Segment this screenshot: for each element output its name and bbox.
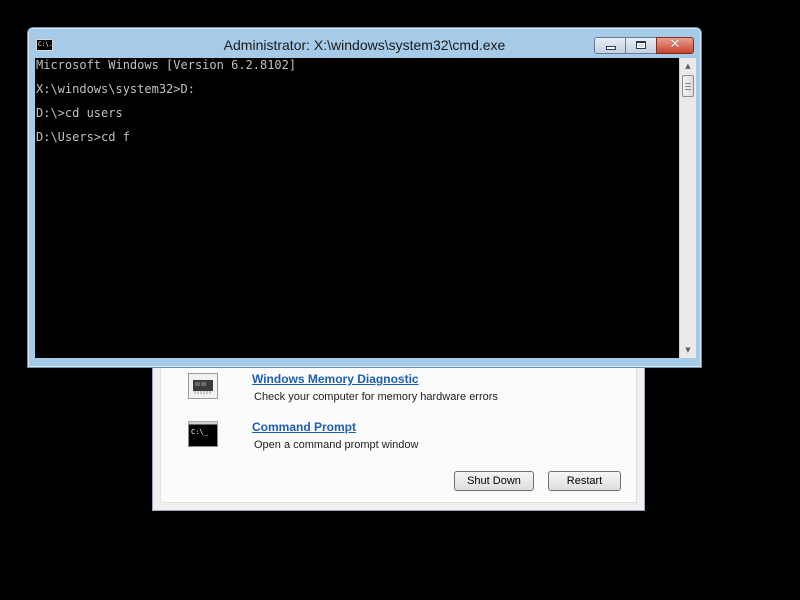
option-memory-diagnostic[interactable]: Windows Memory Diagnostic Check your com…	[179, 369, 599, 413]
memory-diagnostic-description: Check your computer for memory hardware …	[254, 391, 498, 403]
scroll-down-arrow-icon[interactable]: ▼	[680, 342, 696, 358]
minimize-button[interactable]	[594, 37, 626, 54]
minimize-icon	[607, 47, 615, 49]
shut-down-button[interactable]: Shut Down	[454, 471, 534, 491]
console-line: X:\windows\system32>D:	[36, 82, 195, 96]
command-prompt-description: Open a command prompt window	[254, 439, 419, 451]
recovery-options-list: Windows Memory Diagnostic Check your com…	[160, 367, 637, 503]
console-line: D:\>cd users	[36, 106, 123, 120]
command-prompt-icon-text: C:\_	[191, 428, 209, 436]
restart-button[interactable]: Restart	[548, 471, 621, 491]
maximize-button[interactable]	[625, 37, 657, 54]
console-line: D:\Users>cd f	[36, 130, 130, 144]
maximize-icon	[636, 41, 646, 49]
console-text: Microsoft Windows [Version 6.2.8102] X:\…	[36, 59, 676, 143]
memory-diagnostic-link[interactable]: Windows Memory Diagnostic	[252, 372, 419, 386]
cmd-window[interactable]: C:\. Administrator: X:\windows\system32\…	[27, 27, 702, 368]
title-bar[interactable]: C:\. Administrator: X:\windows\system32\…	[28, 28, 701, 58]
console-line: Microsoft Windows [Version 6.2.8102]	[36, 58, 297, 72]
scroll-up-arrow-icon[interactable]: ▲	[680, 58, 696, 74]
vertical-scrollbar[interactable]: ▲ ▼	[679, 58, 696, 358]
close-button[interactable]: ✕	[656, 37, 694, 54]
recovery-options-panel: Windows Memory Diagnostic Check your com…	[152, 366, 645, 511]
console-output[interactable]: Microsoft Windows [Version 6.2.8102] X:\…	[35, 58, 696, 358]
scroll-thumb[interactable]	[682, 75, 694, 97]
memory-chip-icon	[188, 373, 218, 399]
close-icon: ✕	[669, 37, 681, 52]
command-prompt-icon: C:\_	[188, 421, 218, 447]
option-command-prompt[interactable]: C:\_ Command Prompt Open a command promp…	[179, 417, 599, 461]
command-prompt-link[interactable]: Command Prompt	[252, 420, 356, 434]
